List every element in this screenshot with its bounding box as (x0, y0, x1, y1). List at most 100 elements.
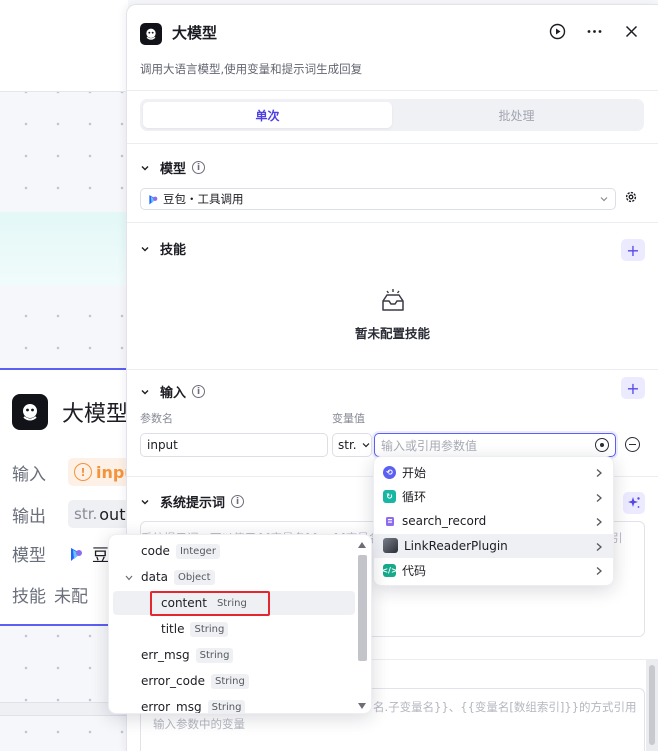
play-icon[interactable] (549, 23, 566, 40)
add-skill-button[interactable]: + (621, 239, 645, 261)
close-icon[interactable] (623, 23, 640, 40)
node-row-model: 模型 豆 (12, 541, 109, 566)
tree-item-name: code (141, 544, 170, 558)
gear-icon[interactable] (624, 190, 638, 207)
info-icon[interactable]: i (231, 495, 245, 508)
skill-section-header[interactable]: 技能 (140, 239, 186, 258)
run-mode-tabs: 单次 批处理 (140, 99, 644, 131)
menu-item-label: search_record (402, 514, 487, 529)
tree-item-name: data (141, 570, 169, 584)
chevron-right-icon (596, 567, 602, 575)
chevron-down-icon (362, 443, 370, 448)
param-type-value: str. (338, 438, 357, 452)
node-model-text: 豆 (92, 546, 109, 566)
tab-batch[interactable]: 批处理 (392, 102, 641, 128)
doubao-logo-icon (71, 547, 82, 561)
tree-item-error-msg[interactable]: error_msg String (113, 695, 355, 714)
more-icon[interactable] (586, 23, 603, 40)
llm-logo-icon (12, 394, 48, 430)
panel-scrollbar[interactable] (646, 659, 658, 751)
variable-reference-icon[interactable] (595, 438, 609, 452)
chevron-right-icon (596, 542, 602, 551)
tree-item-error-code[interactable]: error_code String (113, 669, 355, 693)
database-icon (383, 514, 396, 528)
node-row-label: 输出 (12, 506, 46, 527)
info-icon[interactable]: i (192, 161, 206, 174)
skill-empty-text: 暂未配置技能 (354, 326, 430, 341)
start-icon: ⟲ (383, 465, 396, 479)
chevron-right-icon (596, 469, 602, 477)
type-tag: String (211, 673, 249, 689)
warning-icon: ! (74, 463, 92, 481)
type-tag: String (190, 621, 229, 637)
scroll-down-arrow-icon[interactable] (358, 703, 366, 709)
type-tag: Object (174, 569, 215, 585)
doubao-logo-icon (149, 194, 158, 205)
type-tag: Integer (175, 543, 220, 559)
menu-item-label: 代码 (402, 563, 427, 578)
tree-item-data[interactable]: data Object (113, 565, 355, 589)
magic-wand-icon[interactable] (623, 492, 645, 514)
skill-empty-state: 暂未配置技能 (127, 288, 658, 342)
skill-section-title: 技能 (160, 243, 187, 258)
menu-item-label: 循环 (402, 490, 427, 505)
llm-node-title: 大模型 (62, 402, 129, 427)
plugin-avatar-icon (383, 538, 398, 554)
node-output-type: str. (74, 505, 98, 523)
chevron-right-icon (596, 493, 602, 502)
chevron-down-icon (141, 389, 149, 394)
panel-header: 大模型 调用大语言模型,使用变量和提示词生成回复 (127, 5, 658, 91)
menu-item-loop[interactable]: ↻ 循环 (374, 485, 613, 510)
system-prompt-section-header[interactable]: 系统提示词 i (140, 492, 245, 511)
canvas-node-fragment-top (0, 0, 128, 92)
param-value-placeholder: 输入或引用参数值 (381, 438, 478, 453)
variable-source-menu: ⟲ 开始 ↻ 循环 search_record LinkReaderPlugin… (373, 456, 614, 586)
panel-description: 调用大语言模型,使用变量和提示词生成回复 (140, 62, 363, 76)
tree-item-name: error_code (141, 674, 205, 688)
chevron-down-icon (141, 165, 149, 170)
add-input-button[interactable]: + (621, 377, 645, 399)
info-icon[interactable]: i (192, 385, 206, 398)
param-name-input[interactable]: input (140, 433, 328, 457)
scrollbar-thumb[interactable] (358, 555, 367, 661)
menu-item-search-record[interactable]: search_record (374, 509, 613, 534)
canvas-node-fragment-mint (0, 212, 128, 286)
panel-header-actions (549, 23, 640, 40)
output-variable-tree: code Integer data Object content String … (108, 534, 372, 714)
model-section-title: 模型 (160, 162, 187, 177)
tree-item-err-msg[interactable]: err_msg String (113, 643, 355, 667)
loop-icon: ↻ (383, 490, 396, 504)
param-type-select[interactable]: str. (332, 433, 372, 457)
menu-item-label: 开始 (402, 465, 427, 480)
tree-item-name: error_msg (141, 700, 202, 714)
chevron-down-icon[interactable] (124, 574, 134, 582)
chevron-down-icon (141, 246, 149, 251)
node-row-label: 技能 (12, 587, 46, 607)
node-row-label: 模型 (12, 546, 46, 566)
section-divider (127, 369, 658, 370)
type-tag: String (207, 699, 246, 713)
param-value-input[interactable]: 输入或引用参数值 (374, 433, 616, 457)
node-row-input: 输入 ! inpu (12, 458, 142, 486)
tree-scrollbar[interactable] (356, 539, 368, 711)
menu-item-start[interactable]: ⟲ 开始 (374, 460, 613, 485)
tree-item-name: title (161, 622, 185, 636)
user-prompt-placeholder-line1: 名.子变量名}}、{{变量名[数组索引]}}的方式引用 (373, 700, 637, 714)
node-row-label: 输入 (12, 464, 46, 485)
tab-single[interactable]: 单次 (143, 102, 392, 128)
tree-item-name: err_msg (141, 648, 190, 662)
menu-item-code[interactable]: </> 代码 (374, 558, 613, 583)
model-section-header[interactable]: 模型 i (140, 158, 206, 177)
model-select-value: 豆包・工具调用 (163, 192, 244, 206)
node-row-output: 输出 str. outp (12, 500, 142, 528)
model-select[interactable]: 豆包・工具调用 (140, 188, 616, 210)
input-section-header[interactable]: 输入 i (140, 382, 206, 401)
tree-item-title[interactable]: title String (113, 617, 355, 641)
type-tag: String (195, 647, 234, 663)
tree-item-code[interactable]: code Integer (113, 539, 355, 563)
scroll-up-arrow-icon[interactable] (358, 542, 366, 548)
remove-param-icon[interactable] (625, 437, 640, 452)
menu-item-linkreaderplugin[interactable]: LinkReaderPlugin (374, 533, 613, 558)
code-icon: </> (381, 563, 398, 577)
node-skill-value: 未配 (54, 587, 88, 607)
